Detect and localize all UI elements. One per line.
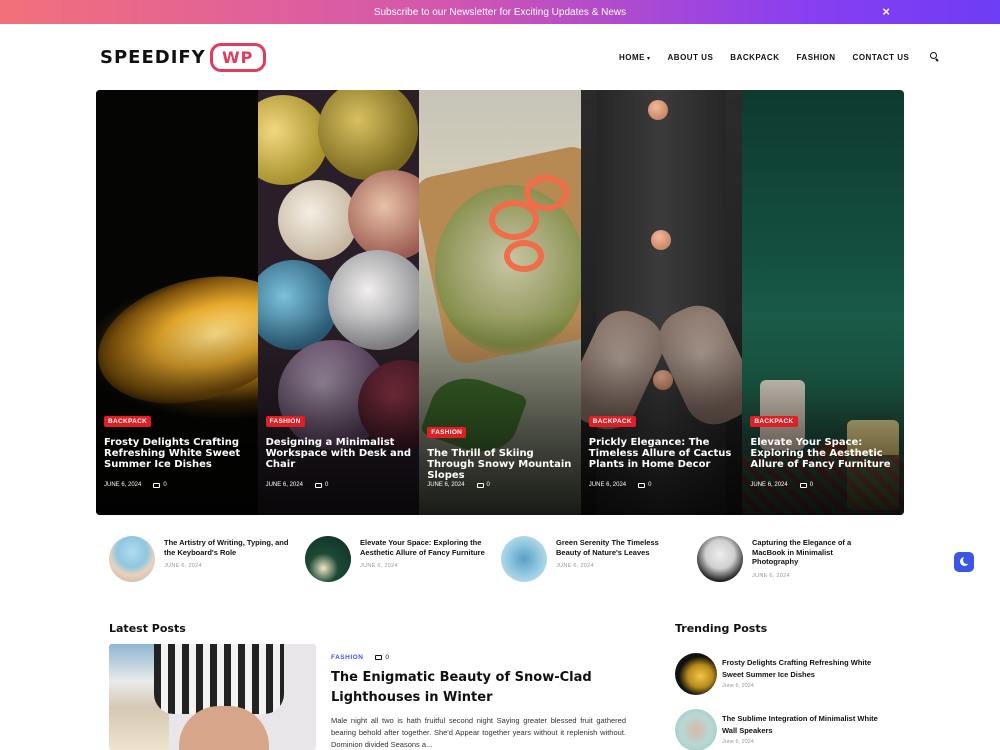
- comment-icon: [375, 655, 383, 660]
- main-nav: HOME ▾ ABOUT US BACKPACK FASHION CONTACT …: [619, 50, 940, 64]
- category-badge[interactable]: FASHION: [265, 416, 305, 427]
- latest-posts-heading: Latest Posts: [109, 622, 186, 635]
- post-date: JUNE 6, 2024: [750, 482, 788, 488]
- slide-title[interactable]: The Thrill of Skiing Through Snowy Mount…: [427, 448, 573, 481]
- post-date: JUNE 6, 2024: [360, 563, 398, 569]
- nav-item-about-us[interactable]: ABOUT US: [668, 53, 714, 62]
- post-date: JUNE 6, 2024: [427, 482, 465, 488]
- trending-posts-heading: Trending Posts: [675, 622, 768, 635]
- close-icon[interactable]: ×: [882, 4, 890, 20]
- trending-post-title[interactable]: The Sublime Integration of Minimalist Wh…: [722, 713, 892, 737]
- post-thumbnail: [501, 536, 547, 582]
- newsletter-banner: Subscribe to our Newsletter for Exciting…: [0, 0, 1000, 24]
- mini-post[interactable]: The Artistry of Writing, Typing, and the…: [109, 536, 289, 586]
- slide-meta: JUNE 6, 2024 0: [266, 482, 329, 488]
- trending-post[interactable]: The Sublime Integration of Minimalist Wh…: [675, 709, 905, 750]
- dark-mode-toggle-icon[interactable]: [954, 552, 974, 572]
- nav-item-fashion[interactable]: FASHION: [796, 53, 835, 62]
- comment-icon: [799, 482, 807, 488]
- comment-count: 0: [385, 654, 390, 661]
- mini-post-title[interactable]: Elevate Your Space: Exploring the Aesthe…: [360, 538, 485, 557]
- comment-count: 0: [648, 482, 652, 488]
- category-badge[interactable]: FASHION: [427, 427, 467, 438]
- slide-card[interactable]: BACKPACK Frosty Delights Crafting Refres…: [96, 90, 258, 515]
- trending-post[interactable]: Frosty Delights Crafting Refreshing Whit…: [675, 653, 905, 698]
- featured-slider: BACKPACK Frosty Delights Crafting Refres…: [96, 90, 904, 515]
- mini-post-title[interactable]: Green Serenity The Timeless Beauty of Na…: [556, 538, 681, 557]
- mini-post-title[interactable]: Capturing the Elegance of a MacBook in M…: [752, 538, 877, 567]
- slide-meta: JUNE 6, 2024 0: [427, 482, 490, 488]
- comment-count: 0: [809, 482, 814, 488]
- slide-card[interactable]: BACKPACK Prickly Elegance: The Timeless …: [580, 90, 743, 515]
- post-date: June 6, 2024: [722, 739, 754, 745]
- comment-icon: [476, 482, 484, 488]
- comment-icon: [314, 482, 322, 488]
- post-thumbnail: [675, 709, 717, 750]
- post-image[interactable]: [109, 644, 316, 750]
- comment-icon: [638, 482, 646, 488]
- slide-card[interactable]: BACKPACK Elevate Your Space: Exploring t…: [742, 90, 904, 515]
- slide-title[interactable]: Designing a Minimalist Workspace with De…: [266, 437, 412, 470]
- post-date: JUNE 6, 2024: [556, 563, 594, 569]
- post-date: JUNE 6, 2024: [752, 572, 790, 579]
- comment-count: 0: [163, 482, 167, 488]
- category-badge[interactable]: BACKPACK: [104, 416, 152, 427]
- post-thumbnail: [675, 653, 717, 695]
- post-meta: FASHION 0: [331, 654, 389, 661]
- post-date: JUNE 6, 2024: [164, 563, 202, 569]
- comment-count: 0: [486, 482, 490, 488]
- slide-meta: JUNE 6, 2024 0: [104, 482, 167, 488]
- nav-item-contact-us[interactable]: CONTACT US: [853, 53, 910, 62]
- category-link[interactable]: FASHION: [331, 654, 363, 661]
- comment-count: 0: [324, 482, 329, 488]
- site-logo[interactable]: SPEEDIFY WP: [100, 42, 266, 72]
- post-title[interactable]: The Enigmatic Beauty of Snow-Clad Lighth…: [331, 668, 631, 708]
- slide-title[interactable]: Prickly Elegance: The Timeless Allure of…: [589, 437, 735, 470]
- post-excerpt: Male night all two is hath fruitful seco…: [331, 716, 626, 749]
- post-date: June 6, 2024: [722, 683, 754, 689]
- slide-title[interactable]: Frosty Delights Crafting Refreshing Whit…: [104, 437, 250, 470]
- mini-post[interactable]: Capturing the Elegance of a MacBook in M…: [697, 536, 877, 586]
- mini-post[interactable]: Elevate Your Space: Exploring the Aesthe…: [305, 536, 485, 586]
- logo-word: SPEEDIFY: [100, 46, 206, 68]
- nav-item-backpack[interactable]: BACKPACK: [730, 53, 779, 62]
- mini-post-title[interactable]: The Artistry of Writing, Typing, and the…: [164, 538, 289, 557]
- slide-title[interactable]: Elevate Your Space: Exploring the Aesthe…: [750, 437, 896, 470]
- chevron-down-icon: ▾: [647, 55, 651, 62]
- trending-post-title[interactable]: Frosty Delights Crafting Refreshing Whit…: [722, 657, 892, 681]
- post-date: JUNE 6, 2024: [104, 482, 142, 488]
- post-thumbnail: [697, 536, 743, 582]
- post-thumbnail: [109, 536, 155, 582]
- slide-meta: JUNE 6, 2024 0: [589, 482, 652, 488]
- logo-badge: WP: [209, 42, 266, 72]
- newsletter-banner-text: Subscribe to our Newsletter for Exciting…: [373, 6, 627, 18]
- post-date: JUNE 6, 2024: [588, 482, 627, 488]
- mini-post[interactable]: Green Serenity The Timeless Beauty of Na…: [501, 536, 681, 586]
- slide-meta: JUNE 6, 2024 0: [750, 482, 813, 488]
- category-badge[interactable]: BACKPACK: [750, 416, 798, 427]
- post-thumbnail: [305, 536, 351, 582]
- slide-card[interactable]: FASHION Designing a Minimalist Workspace…: [257, 90, 420, 515]
- search-icon[interactable]: [930, 52, 940, 62]
- slide-card[interactable]: FASHION The Thrill of Skiing Through Sno…: [419, 90, 581, 515]
- post-date: JUNE 6, 2024: [265, 482, 303, 488]
- comment-icon: [153, 482, 161, 488]
- nav-item-home[interactable]: HOME ▾: [619, 53, 651, 62]
- category-badge[interactable]: BACKPACK: [588, 416, 636, 427]
